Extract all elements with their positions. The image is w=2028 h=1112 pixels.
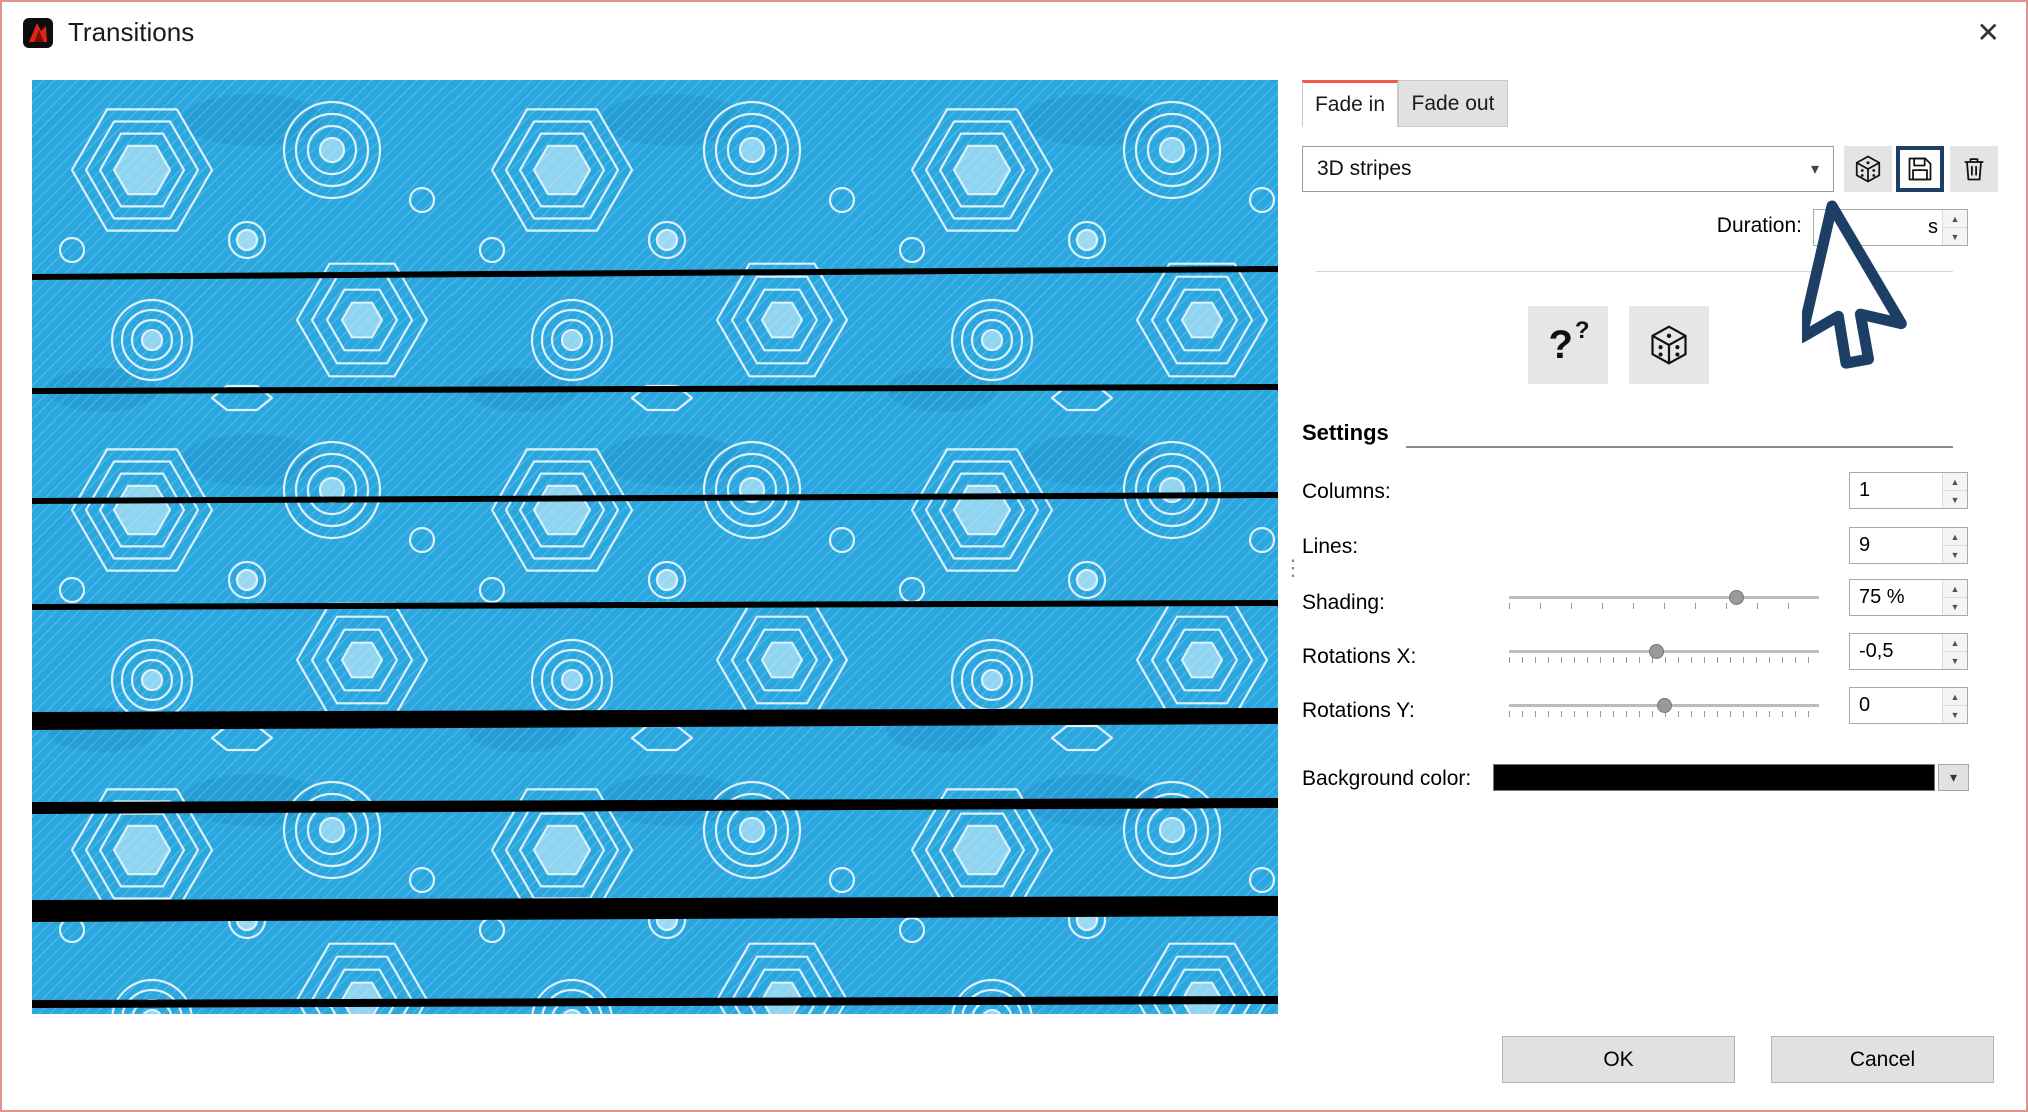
lines-spin-arrows: ▲ ▼	[1942, 528, 1967, 563]
cancel-button[interactable]: Cancel	[1771, 1036, 1994, 1083]
tab-fade-out-label: Fade out	[1412, 92, 1495, 116]
chevron-down-icon: ▾	[1811, 159, 1819, 179]
duration-label: Duration:	[1612, 214, 1802, 238]
transition-select[interactable]: 3D stripes ▾	[1302, 146, 1834, 192]
question-icon: ?	[1548, 323, 1572, 368]
shading-slider-track	[1509, 596, 1819, 599]
shading-slider-thumb[interactable]	[1729, 590, 1744, 605]
transitions-dialog: Transitions ✕	[0, 0, 2028, 1112]
rotations-x-spin-arrows: ▲ ▼	[1942, 634, 1967, 669]
ok-button-label: OK	[1603, 1048, 1633, 1072]
trash-icon	[1960, 155, 1988, 183]
rotations-x-up-icon[interactable]: ▲	[1943, 634, 1967, 652]
window-title: Transitions	[68, 17, 194, 48]
rotations-y-down-icon[interactable]: ▼	[1943, 706, 1967, 723]
duration-unit: s	[1928, 216, 1942, 239]
background-color-dropdown-button[interactable]: ▾	[1938, 764, 1969, 791]
columns-spinner[interactable]: 1 ▲ ▼	[1849, 472, 1968, 509]
tab-fade-out[interactable]: Fade out	[1398, 80, 1508, 127]
columns-spin-arrows: ▲ ▼	[1942, 473, 1967, 508]
columns-up-icon[interactable]: ▲	[1943, 473, 1967, 491]
rotations-x-slider[interactable]	[1509, 640, 1819, 666]
lines-up-icon[interactable]: ▲	[1943, 528, 1967, 546]
rotations-y-slider-thumb[interactable]	[1657, 698, 1672, 713]
rotations-x-slider-track	[1509, 650, 1819, 653]
transition-select-value: 3D stripes	[1317, 157, 1412, 181]
delete-transition-button[interactable]	[1950, 146, 1998, 192]
rotations-y-value[interactable]: 0	[1850, 694, 1942, 717]
shading-spin-arrows: ▲ ▼	[1942, 580, 1967, 615]
rotations-y-label: Rotations Y:	[1302, 699, 1415, 723]
rotations-y-spinner[interactable]: 0 ▲ ▼	[1849, 687, 1968, 724]
lines-spinner[interactable]: 9 ▲ ▼	[1849, 527, 1968, 564]
rotations-x-slider-thumb[interactable]	[1649, 644, 1664, 659]
save-icon	[1906, 155, 1934, 183]
background-color-swatch[interactable]	[1493, 764, 1935, 791]
rotations-x-slider-ticks	[1509, 657, 1819, 663]
lines-label: Lines:	[1302, 535, 1358, 559]
splitter-handle[interactable]: ⋮	[1282, 562, 1304, 574]
columns-label: Columns:	[1302, 480, 1391, 504]
duration-value[interactable]: 2	[1814, 216, 1928, 239]
chevron-down-icon: ▾	[1950, 769, 1957, 786]
rotations-x-value[interactable]: -0,5	[1850, 640, 1942, 663]
columns-value[interactable]: 1	[1850, 479, 1942, 502]
dice-icon	[1647, 323, 1691, 367]
shading-label: Shading:	[1302, 591, 1385, 615]
cancel-button-label: Cancel	[1850, 1048, 1915, 1072]
random-transition-button[interactable]	[1844, 146, 1892, 192]
shuffle-button[interactable]	[1629, 306, 1709, 384]
section-divider	[1316, 271, 1953, 272]
transition-preview	[32, 80, 1278, 1014]
shading-slider[interactable]	[1509, 586, 1819, 612]
columns-down-icon[interactable]: ▼	[1943, 491, 1967, 508]
dice-icon	[1853, 154, 1883, 184]
shading-up-icon[interactable]: ▲	[1943, 580, 1967, 598]
transition-preview-image	[32, 80, 1278, 1014]
shading-spinner[interactable]: 75 % ▲ ▼	[1849, 579, 1968, 616]
duration-spinner[interactable]: 2 s ▲ ▼	[1813, 209, 1968, 246]
random-preview-button[interactable]: ? ?	[1528, 306, 1608, 384]
duration-spin-arrows: ▲ ▼	[1942, 210, 1967, 245]
tab-fade-in-label: Fade in	[1315, 93, 1385, 117]
question-small-icon: ?	[1575, 317, 1590, 345]
duration-down-icon[interactable]: ▼	[1943, 228, 1967, 245]
background-color-label: Background color:	[1302, 767, 1471, 791]
settings-header: Settings	[1302, 420, 1389, 446]
save-transition-button[interactable]	[1896, 146, 1944, 192]
app-logo-icon	[22, 17, 54, 49]
lines-down-icon[interactable]: ▼	[1943, 546, 1967, 563]
rotations-y-up-icon[interactable]: ▲	[1943, 688, 1967, 706]
settings-header-line	[1406, 446, 1953, 448]
tab-fade-in[interactable]: Fade in	[1302, 80, 1398, 127]
shading-value[interactable]: 75 %	[1850, 586, 1942, 609]
rotations-x-spinner[interactable]: -0,5 ▲ ▼	[1849, 633, 1968, 670]
rotations-x-label: Rotations X:	[1302, 645, 1416, 669]
shading-slider-ticks	[1509, 603, 1819, 609]
duration-up-icon[interactable]: ▲	[1943, 210, 1967, 228]
rotations-y-slider[interactable]	[1509, 694, 1819, 720]
ok-button[interactable]: OK	[1502, 1036, 1735, 1083]
rotations-y-spin-arrows: ▲ ▼	[1942, 688, 1967, 723]
lines-value[interactable]: 9	[1850, 534, 1942, 557]
close-icon[interactable]: ✕	[1977, 14, 2000, 52]
title-bar: Transitions ✕	[2, 2, 2026, 64]
rotations-x-down-icon[interactable]: ▼	[1943, 652, 1967, 669]
shading-down-icon[interactable]: ▼	[1943, 598, 1967, 615]
